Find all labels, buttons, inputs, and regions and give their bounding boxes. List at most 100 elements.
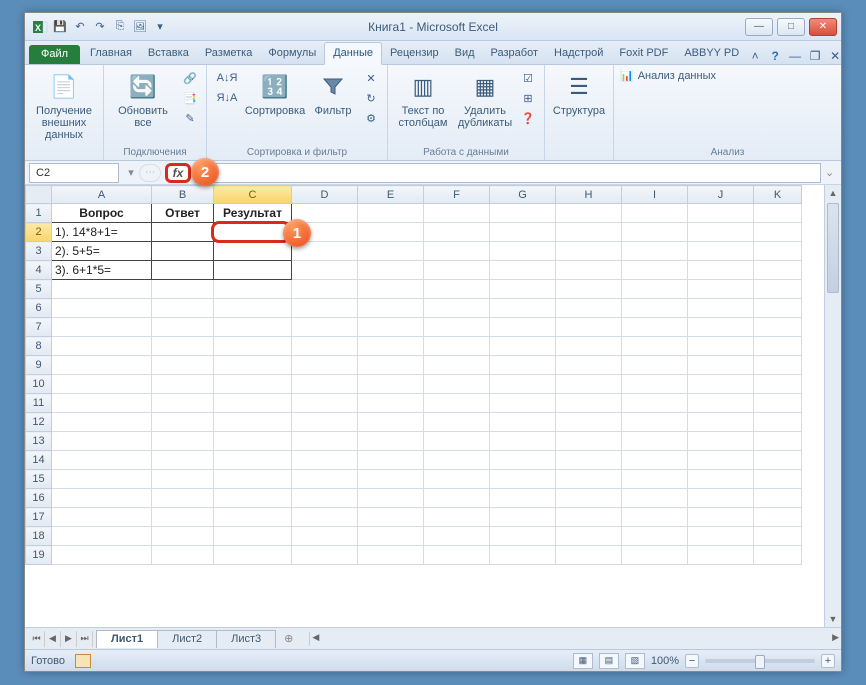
- cell[interactable]: [52, 337, 152, 356]
- cell[interactable]: [292, 394, 358, 413]
- scroll-thumb[interactable]: [827, 203, 839, 293]
- row-header[interactable]: 11: [26, 394, 52, 413]
- cancel-formula-icon[interactable]: ⋯: [139, 164, 161, 182]
- cell[interactable]: [688, 432, 754, 451]
- cell[interactable]: [556, 356, 622, 375]
- cell[interactable]: [358, 223, 424, 242]
- namebox-dropdown-icon[interactable]: ▾: [123, 166, 139, 179]
- cell[interactable]: [424, 394, 490, 413]
- name-box[interactable]: C2: [29, 163, 119, 183]
- cell[interactable]: [292, 413, 358, 432]
- cell[interactable]: 3). 6+1*5=: [52, 261, 152, 280]
- cell[interactable]: [490, 280, 556, 299]
- cell[interactable]: [214, 223, 292, 242]
- row-header[interactable]: 7: [26, 318, 52, 337]
- cell[interactable]: [688, 375, 754, 394]
- connections-icon[interactable]: 🔗: [180, 69, 200, 87]
- cell[interactable]: [754, 318, 802, 337]
- cell[interactable]: [424, 204, 490, 223]
- cell[interactable]: [358, 413, 424, 432]
- cell[interactable]: [556, 299, 622, 318]
- cell[interactable]: [622, 223, 688, 242]
- cell[interactable]: [424, 242, 490, 261]
- cell[interactable]: [292, 299, 358, 318]
- cell[interactable]: [214, 508, 292, 527]
- cell[interactable]: [52, 318, 152, 337]
- clear-filter-icon[interactable]: ✕: [361, 69, 381, 87]
- cell[interactable]: [622, 508, 688, 527]
- cell[interactable]: [490, 223, 556, 242]
- cell[interactable]: [214, 318, 292, 337]
- cell[interactable]: [358, 280, 424, 299]
- tab-данные[interactable]: Данные: [324, 42, 382, 65]
- cell[interactable]: [490, 204, 556, 223]
- cell[interactable]: [424, 489, 490, 508]
- zoom-level[interactable]: 100%: [651, 655, 679, 667]
- cell[interactable]: [214, 451, 292, 470]
- cell[interactable]: [556, 242, 622, 261]
- cell[interactable]: [754, 204, 802, 223]
- cell[interactable]: [424, 546, 490, 565]
- cell[interactable]: [292, 318, 358, 337]
- cell[interactable]: [688, 527, 754, 546]
- text-to-columns-button[interactable]: ▥ Текст по столбцам: [394, 69, 452, 131]
- cell[interactable]: [688, 223, 754, 242]
- cell[interactable]: [688, 356, 754, 375]
- sheet-tab[interactable]: Лист3: [216, 630, 276, 648]
- cell[interactable]: [358, 204, 424, 223]
- cell[interactable]: [490, 261, 556, 280]
- cell[interactable]: Ответ: [152, 204, 214, 223]
- cell[interactable]: [52, 546, 152, 565]
- row-header[interactable]: 8: [26, 337, 52, 356]
- cell[interactable]: [358, 242, 424, 261]
- cell[interactable]: [292, 546, 358, 565]
- cell[interactable]: [214, 413, 292, 432]
- cell[interactable]: [52, 375, 152, 394]
- cell[interactable]: [688, 470, 754, 489]
- cell[interactable]: [754, 470, 802, 489]
- cell[interactable]: [358, 451, 424, 470]
- column-header[interactable]: I: [622, 186, 688, 204]
- cell[interactable]: [622, 204, 688, 223]
- cell[interactable]: [152, 413, 214, 432]
- cell[interactable]: [424, 337, 490, 356]
- cell[interactable]: [152, 337, 214, 356]
- cell[interactable]: [490, 489, 556, 508]
- normal-view-button[interactable]: ▦: [573, 653, 593, 669]
- cell[interactable]: [754, 299, 802, 318]
- cell[interactable]: [622, 413, 688, 432]
- cell[interactable]: [152, 280, 214, 299]
- cell[interactable]: [214, 527, 292, 546]
- page-break-view-button[interactable]: ▧: [625, 653, 645, 669]
- column-header[interactable]: C: [214, 186, 292, 204]
- cell[interactable]: [754, 451, 802, 470]
- cell[interactable]: [556, 489, 622, 508]
- cell[interactable]: [754, 527, 802, 546]
- cell[interactable]: [152, 470, 214, 489]
- cell[interactable]: [622, 299, 688, 318]
- cell[interactable]: [556, 318, 622, 337]
- row-header[interactable]: 5: [26, 280, 52, 299]
- cell[interactable]: [152, 318, 214, 337]
- row-header[interactable]: 19: [26, 546, 52, 565]
- cell[interactable]: [424, 223, 490, 242]
- cell[interactable]: [152, 546, 214, 565]
- cell[interactable]: [622, 261, 688, 280]
- cell[interactable]: [622, 242, 688, 261]
- maximize-button[interactable]: □: [777, 18, 805, 36]
- qat-picture-icon[interactable]: 🖼: [131, 18, 149, 36]
- tab-foxit pdf[interactable]: Foxit PDF: [611, 43, 676, 64]
- new-sheet-icon[interactable]: ⊕: [276, 630, 301, 647]
- cell[interactable]: [754, 261, 802, 280]
- cell[interactable]: [688, 337, 754, 356]
- cell[interactable]: [52, 394, 152, 413]
- cell[interactable]: [152, 375, 214, 394]
- cell[interactable]: [214, 299, 292, 318]
- cell[interactable]: [214, 470, 292, 489]
- cell[interactable]: [292, 508, 358, 527]
- zoom-in-button[interactable]: +: [821, 654, 835, 668]
- cell[interactable]: [622, 546, 688, 565]
- help-icon[interactable]: ?: [767, 48, 783, 64]
- data-analysis-button[interactable]: 📊 Анализ данных: [620, 69, 716, 82]
- cell[interactable]: [622, 337, 688, 356]
